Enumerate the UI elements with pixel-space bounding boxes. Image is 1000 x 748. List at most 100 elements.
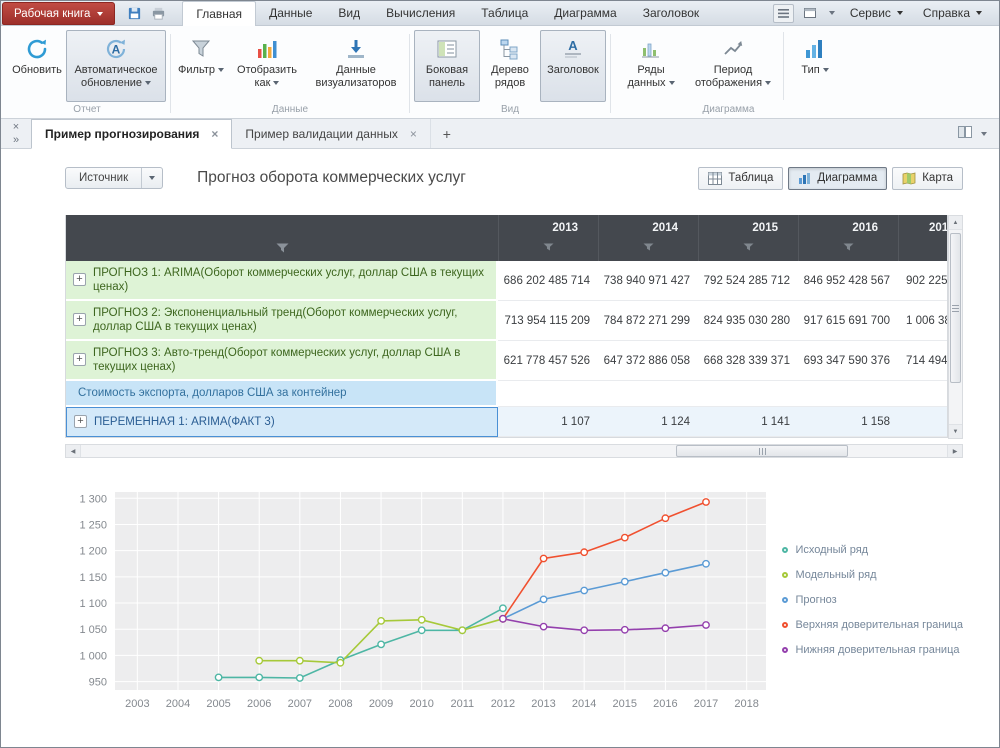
table-row-selected: + ПЕРЕМЕННАЯ 1: ARIMA(ФАКТ 3) 1 107 1 12… xyxy=(66,407,948,437)
value-cell[interactable]: 846 952 428 567 xyxy=(798,261,898,301)
window-layout-button[interactable] xyxy=(800,4,821,23)
value-cell[interactable]: 647 372 886 058 xyxy=(598,341,698,381)
view-map-button[interactable]: Карта xyxy=(892,167,963,190)
header-toggle-button[interactable]: A Заголовок xyxy=(540,30,606,102)
ribbon-tab-dannye[interactable]: Данные xyxy=(256,1,325,25)
scroll-down-icon[interactable]: ▼ xyxy=(949,424,962,438)
filter-button[interactable]: Фильтр xyxy=(175,30,227,102)
vertical-scrollbar[interactable]: ▲ ▼ xyxy=(948,215,963,439)
value-cell[interactable] xyxy=(698,381,798,407)
series-label-cell[interactable]: + ПРОГНОЗ 3: Авто-тренд(Оборот коммерчес… xyxy=(66,341,498,381)
expand-icon[interactable]: + xyxy=(73,273,86,286)
scroll-up-icon[interactable]: ▲ xyxy=(949,216,962,230)
value-cell[interactable]: 917 615 691 700 xyxy=(798,301,898,341)
data-series-button[interactable]: Ряды данных xyxy=(615,30,687,102)
year-column-header[interactable]: 2015 xyxy=(698,215,798,261)
expand-icon[interactable]: + xyxy=(73,353,86,366)
vertical-scrollbar-thumb[interactable] xyxy=(950,233,961,383)
new-tab-button[interactable]: + xyxy=(431,119,463,148)
value-cell[interactable]: 1 107 xyxy=(498,407,598,437)
ribbon-divider xyxy=(610,34,611,113)
value-cell[interactable]: 738 940 971 427 xyxy=(598,261,698,301)
year-column-header[interactable]: 2013 xyxy=(498,215,598,261)
workbook-menu-button[interactable]: Рабочая книга xyxy=(2,2,115,25)
value-cell[interactable]: 1 006 383 xyxy=(898,301,948,341)
horizontal-scrollbar[interactable]: ◀ ▶ xyxy=(65,444,963,458)
svg-text:2012: 2012 xyxy=(491,698,515,710)
value-cell[interactable] xyxy=(498,381,598,407)
value-cell[interactable]: 902 225 xyxy=(898,261,948,301)
view-chart-button[interactable]: Диаграмма xyxy=(788,167,887,190)
expand-icon[interactable]: + xyxy=(73,313,86,326)
expand-icon[interactable]: + xyxy=(74,415,87,428)
ribbon-tab-vid[interactable]: Вид xyxy=(325,1,373,25)
svg-text:1 150: 1 150 xyxy=(79,572,107,584)
horizontal-scrollbar-thumb[interactable] xyxy=(676,445,848,457)
value-cell[interactable] xyxy=(898,381,948,407)
print-button[interactable] xyxy=(148,4,169,23)
series-label-cell[interactable]: + ПРОГНОЗ 1: ARIMA(Оборот коммерческих у… xyxy=(66,261,498,301)
series-label-cell[interactable]: + ПРОГНОЗ 2: Экспоненциальный тренд(Обор… xyxy=(66,301,498,341)
doc-tab-validation-example[interactable]: Пример валидации данных × xyxy=(232,119,430,148)
scroll-right-icon[interactable]: ▶ xyxy=(947,445,962,457)
value-cell[interactable]: 1 124 xyxy=(598,407,698,437)
source-button[interactable]: Источник xyxy=(65,167,163,189)
expand-panel-icon[interactable]: » xyxy=(13,134,19,146)
close-panel-icon[interactable]: × xyxy=(13,121,19,133)
window-list-button[interactable] xyxy=(773,4,794,23)
chart-type-button[interactable]: Тип xyxy=(788,30,842,102)
table-corner-cell[interactable] xyxy=(66,215,498,261)
series-tree-button[interactable]: Дерево рядов xyxy=(480,30,540,102)
year-column-header[interactable]: 2014 xyxy=(598,215,698,261)
value-cell[interactable] xyxy=(898,407,948,437)
value-cell[interactable]: 1 141 xyxy=(698,407,798,437)
save-button[interactable] xyxy=(124,4,145,23)
close-icon[interactable]: × xyxy=(410,128,417,140)
svg-text:2005: 2005 xyxy=(206,698,230,710)
display-period-button[interactable]: Период отображения xyxy=(687,30,779,102)
value-cell[interactable]: 792 524 285 712 xyxy=(698,261,798,301)
visualizers-data-button[interactable]: Данные визуализаторов xyxy=(307,30,405,102)
doc-tab-forecast-example[interactable]: Пример прогнозирования × xyxy=(31,119,232,149)
value-cell[interactable]: 713 954 115 209 xyxy=(498,301,598,341)
page-title: Прогноз оборота коммерческих услуг xyxy=(197,169,466,187)
year-column-header[interactable]: 2017 xyxy=(898,215,948,261)
scroll-left-icon[interactable]: ◀ xyxy=(66,445,81,457)
value-cell[interactable]: 693 347 590 376 xyxy=(798,341,898,381)
refresh-button[interactable]: Обновить xyxy=(8,30,66,102)
value-cell[interactable]: 714 494 xyxy=(898,341,948,381)
value-cell[interactable]: 668 328 339 371 xyxy=(698,341,798,381)
column-filter-icon[interactable] xyxy=(543,238,554,256)
value-cell[interactable]: 784 872 271 299 xyxy=(598,301,698,341)
chevron-down-icon[interactable] xyxy=(981,132,987,136)
value-cell[interactable] xyxy=(798,381,898,407)
value-cell[interactable]: 621 778 457 526 xyxy=(498,341,598,381)
ribbon-tab-diagramma[interactable]: Диаграмма xyxy=(541,1,629,25)
column-filter-icon[interactable] xyxy=(843,238,854,256)
help-menu[interactable]: Справка xyxy=(916,6,989,20)
more-windows-button[interactable] xyxy=(827,11,837,15)
ribbon-tab-vychisleniya[interactable]: Вычисления xyxy=(373,1,468,25)
ribbon-tab-glavnaya[interactable]: Главная xyxy=(182,1,256,26)
year-column-header[interactable]: 2016 xyxy=(798,215,898,261)
auto-refresh-button[interactable]: A Автоматическое обновление xyxy=(66,30,166,102)
value-cell[interactable] xyxy=(598,381,698,407)
group-band-cell[interactable]: Стоимость экспорта, долларов США за конт… xyxy=(66,381,498,407)
column-filter-icon[interactable] xyxy=(643,238,654,256)
value-cell[interactable]: 686 202 485 714 xyxy=(498,261,598,301)
close-icon[interactable]: × xyxy=(211,128,218,140)
column-filter-icon[interactable] xyxy=(276,243,289,253)
ribbon-tab-zagolovok[interactable]: Заголовок xyxy=(630,1,712,25)
content-header: Источник Прогноз оборота коммерческих ус… xyxy=(65,163,963,193)
ribbon-tab-tablitsa[interactable]: Таблица xyxy=(468,1,541,25)
side-panel-button[interactable]: Боковая панель xyxy=(414,30,480,102)
value-cell[interactable]: 1 158 xyxy=(798,407,898,437)
tab-layout-button[interactable] xyxy=(958,125,972,143)
ribbon-group-data: Фильтр Отобразить как Данные визуализато… xyxy=(172,29,408,118)
display-as-button[interactable]: Отобразить как xyxy=(227,30,307,102)
view-table-button[interactable]: Таблица xyxy=(698,167,783,190)
column-filter-icon[interactable] xyxy=(743,238,754,256)
series-label-cell[interactable]: + ПЕРЕМЕННАЯ 1: ARIMA(ФАКТ 3) xyxy=(66,407,498,437)
service-menu[interactable]: Сервис xyxy=(843,6,910,20)
value-cell[interactable]: 824 935 030 280 xyxy=(698,301,798,341)
